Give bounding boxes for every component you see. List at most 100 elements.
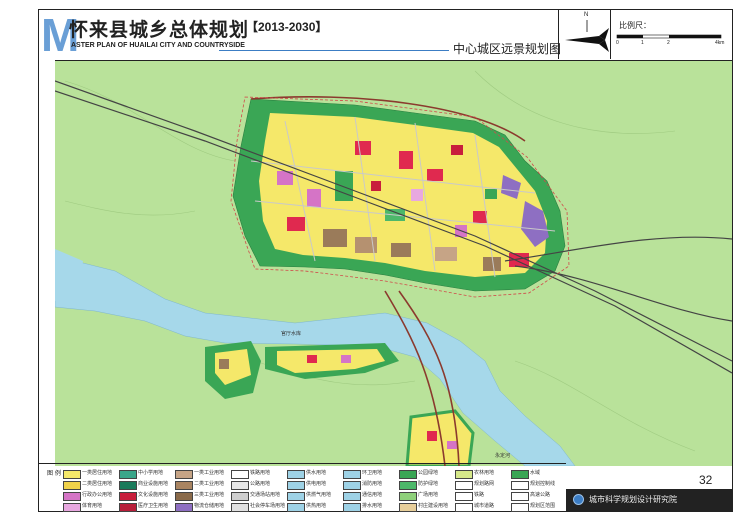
legend-swatch bbox=[455, 503, 473, 512]
map-sheet: M 怀来县城乡总体规划 【2013-2030】 ASTER PLAN OF HU… bbox=[38, 9, 733, 512]
page-number: 32 bbox=[699, 473, 713, 487]
title-block: M 怀来县城乡总体规划 【2013-2030】 ASTER PLAN OF HU… bbox=[39, 10, 599, 60]
block-industry bbox=[219, 359, 229, 369]
legend-label: 体育用地 bbox=[82, 503, 103, 509]
legend-swatch bbox=[231, 481, 249, 490]
legend-swatch bbox=[119, 492, 137, 501]
block-education bbox=[341, 355, 351, 363]
legend-swatch bbox=[455, 470, 473, 479]
legend-swatch bbox=[231, 492, 249, 501]
organization-banner: 城市科学规划设计研究院 bbox=[566, 489, 733, 511]
legend-label: 物流仓储用地 bbox=[194, 503, 225, 509]
legend-swatch bbox=[175, 503, 193, 512]
legend-label: 供燃气用地 bbox=[306, 492, 332, 498]
legend-swatch bbox=[231, 503, 249, 512]
water-label-west: 官厅水库 bbox=[281, 330, 301, 337]
north-arrow-panel: N bbox=[558, 10, 611, 59]
block-commercial bbox=[399, 151, 413, 169]
legend-label: 一类工业用地 bbox=[194, 470, 225, 476]
title-years: 【2013-2030】 bbox=[246, 20, 328, 34]
block-green bbox=[335, 171, 353, 201]
legend-label: 规划路网 bbox=[474, 481, 495, 487]
legend-swatch bbox=[511, 492, 529, 501]
scale-tick-0: 0 bbox=[616, 40, 619, 46]
legend-label: 行政办公用地 bbox=[82, 492, 113, 498]
legend-label: 规划控制线 bbox=[530, 481, 556, 487]
legend-label: 农林用地 bbox=[474, 470, 495, 476]
legend-swatch bbox=[343, 481, 361, 490]
legend-label: 文化设施用地 bbox=[138, 492, 169, 498]
block-commercial bbox=[287, 217, 305, 231]
legend-swatch bbox=[343, 503, 361, 512]
legend-label: 供电用地 bbox=[306, 481, 327, 487]
legend-swatch bbox=[399, 481, 417, 490]
south-town bbox=[405, 409, 475, 468]
legend-label: 城市道路 bbox=[474, 503, 495, 509]
legend-title: 图 例 bbox=[47, 470, 61, 477]
block-education bbox=[447, 441, 457, 449]
legend-label: 公园绿地 bbox=[418, 470, 439, 476]
legend-swatch bbox=[511, 503, 529, 512]
land-use-map[interactable]: 官厅水库 永定河 bbox=[54, 60, 733, 468]
legend-label: 二类工业用地 bbox=[194, 481, 225, 487]
legend-label: 医疗卫生用地 bbox=[138, 503, 169, 509]
legend-swatch bbox=[175, 481, 193, 490]
organization-name: 城市科学规划设计研究院 bbox=[589, 495, 677, 504]
legend-swatch bbox=[231, 470, 249, 479]
block-commercial bbox=[427, 169, 443, 181]
block-education bbox=[307, 189, 321, 207]
legend-swatch bbox=[287, 470, 305, 479]
legend-label: 社会停车场用地 bbox=[250, 503, 286, 509]
scale-panel: 比例尺： 0 1 2 4km bbox=[610, 10, 733, 59]
title-english: ASTER PLAN OF HUAILAI CITY AND COUNTRYSI… bbox=[71, 42, 245, 49]
legend-label: 铁路用地 bbox=[250, 470, 271, 476]
title-underline bbox=[219, 50, 449, 51]
legend-swatch bbox=[175, 492, 193, 501]
title-chinese: 怀来县城乡总体规划 bbox=[69, 19, 250, 41]
legend-label: 排水用地 bbox=[362, 503, 383, 509]
legend-label: 广场用地 bbox=[418, 492, 439, 498]
legend-swatch bbox=[287, 492, 305, 501]
block-commercial bbox=[355, 141, 371, 155]
water-label-south: 永定河 bbox=[495, 452, 510, 459]
legend-swatch bbox=[455, 492, 473, 501]
scale-tick-2: 2 bbox=[667, 40, 670, 46]
legend-swatch bbox=[63, 492, 81, 501]
legend-label: 铁路 bbox=[474, 492, 485, 498]
legend-label: 中小学用地 bbox=[138, 470, 164, 476]
map-name: 中心城区远景规划图 bbox=[453, 42, 562, 56]
legend-label: 村庄建设用地 bbox=[418, 503, 449, 509]
scale-tick-1: 1 bbox=[641, 40, 644, 46]
block-commercial bbox=[473, 211, 487, 223]
legend-label: 三类工业用地 bbox=[194, 492, 225, 498]
legend-item: 规划控制线 bbox=[511, 479, 576, 490]
legend-label: 交通场站用地 bbox=[250, 492, 281, 498]
legend-swatch bbox=[399, 503, 417, 512]
legend-label: 消防用地 bbox=[362, 481, 383, 487]
block-industry bbox=[391, 243, 411, 257]
legend-swatch bbox=[287, 503, 305, 512]
organization-logo-icon bbox=[573, 494, 584, 505]
legend-swatch bbox=[119, 503, 137, 512]
legend-swatch bbox=[63, 503, 81, 512]
scale-tick-3: 4km bbox=[715, 40, 725, 46]
legend-swatch bbox=[63, 470, 81, 479]
legend-label: 一类居住用地 bbox=[82, 470, 113, 476]
legend-label: 防护绿地 bbox=[418, 481, 439, 487]
legend-swatch bbox=[63, 481, 81, 490]
legend-swatch bbox=[343, 470, 361, 479]
map-canvas[interactable]: 官厅水库 永定河 bbox=[54, 61, 733, 468]
legend-label: 高速公路 bbox=[530, 492, 551, 498]
legend-swatch bbox=[343, 492, 361, 501]
legend-swatch bbox=[119, 470, 137, 479]
legend-label: 水域 bbox=[530, 470, 541, 476]
block-commercial bbox=[451, 145, 463, 155]
legend-label: 环卫用地 bbox=[362, 470, 383, 476]
legend-label: 二类居住用地 bbox=[82, 481, 113, 487]
scale-bar bbox=[616, 34, 722, 39]
block-commercial bbox=[307, 355, 317, 363]
legend-label: 供热用地 bbox=[306, 503, 327, 509]
legend-label: 商业设施用地 bbox=[138, 481, 169, 487]
block-industry bbox=[323, 229, 347, 247]
legend-swatch bbox=[399, 470, 417, 479]
